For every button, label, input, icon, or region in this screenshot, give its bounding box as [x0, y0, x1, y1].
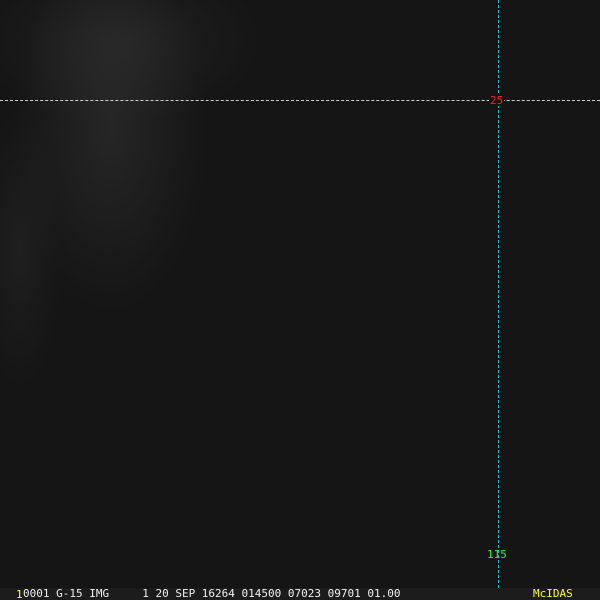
longitude-grid-line	[498, 0, 499, 588]
mcidas-display: 25 115 1 0001 G-15 IMG 1 20 SEP 16264 01…	[0, 0, 600, 600]
longitude-label: 115	[487, 548, 507, 561]
image-info: 0001 G-15 IMG 1 20 SEP 16264 014500 0702…	[23, 587, 401, 600]
latitude-grid-line	[0, 100, 600, 101]
mcidas-logo-text: McIDAS	[533, 587, 573, 600]
frame-number: 1	[16, 588, 23, 600]
satellite-image	[0, 0, 600, 588]
status-bar: 1 0001 G-15 IMG 1 20 SEP 16264 014500 07…	[0, 588, 600, 600]
latitude-label: 25	[489, 94, 505, 107]
